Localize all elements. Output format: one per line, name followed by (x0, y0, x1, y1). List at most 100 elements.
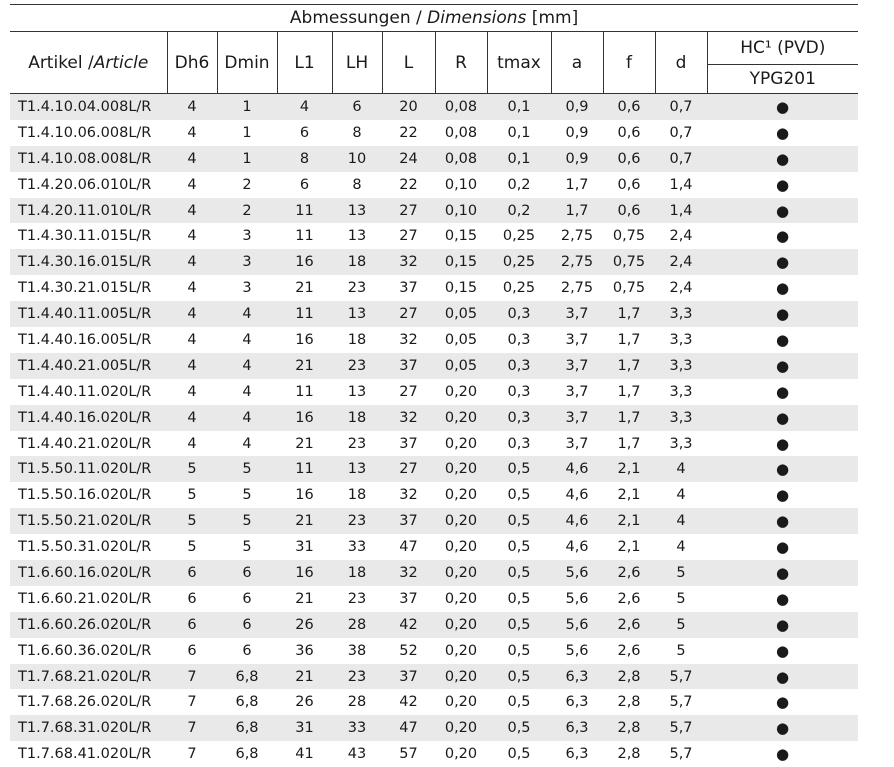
cell-ypg201: ● (707, 741, 858, 767)
cell-d: 5 (655, 560, 707, 586)
cell-a: 0,9 (551, 120, 603, 146)
cell-article: T1.4.40.11.020L/R (10, 379, 167, 405)
cell-l: 32 (382, 405, 435, 431)
cell-article: T1.6.60.21.020L/R (10, 586, 167, 612)
cell-ypg201: ● (707, 223, 858, 249)
cell-article: T1.5.50.11.020L/R (10, 456, 167, 482)
cell-dh6: 7 (167, 689, 217, 715)
cell-lh: 33 (332, 534, 382, 560)
cell-dmin: 6,8 (217, 689, 277, 715)
cell-f: 2,8 (603, 715, 655, 741)
cell-lh: 38 (332, 638, 382, 664)
cell-tmax: 0,25 (487, 249, 551, 275)
cell-ypg201: ● (707, 482, 858, 508)
col-header-lh: LH (332, 32, 382, 94)
cell-d: 0,7 (655, 146, 707, 172)
cell-dmin: 6 (217, 638, 277, 664)
cell-l1: 16 (277, 482, 332, 508)
cell-article: T1.7.68.21.020L/R (10, 664, 167, 690)
cell-article: T1.5.50.21.020L/R (10, 508, 167, 534)
cell-dmin: 4 (217, 379, 277, 405)
cell-tmax: 0,1 (487, 94, 551, 120)
cell-l1: 21 (277, 586, 332, 612)
table-row: T1.4.10.08.008L/R41810240,080,10,90,60,7… (10, 146, 858, 172)
cell-l1: 36 (277, 638, 332, 664)
col-header-l: L (382, 32, 435, 94)
cell-l: 42 (382, 689, 435, 715)
cell-a: 1,7 (551, 198, 603, 224)
cell-l1: 16 (277, 249, 332, 275)
cell-tmax: 0,2 (487, 198, 551, 224)
cell-article: T1.4.30.16.015L/R (10, 249, 167, 275)
cell-d: 4 (655, 534, 707, 560)
col-header-a: a (551, 32, 603, 94)
cell-l1: 31 (277, 534, 332, 560)
cell-r: 0,20 (435, 715, 487, 741)
cell-d: 5,7 (655, 689, 707, 715)
cell-tmax: 0,3 (487, 327, 551, 353)
cell-l: 37 (382, 353, 435, 379)
cell-d: 3,3 (655, 301, 707, 327)
cell-a: 3,7 (551, 431, 603, 457)
cell-lh: 13 (332, 301, 382, 327)
cell-a: 2,75 (551, 275, 603, 301)
cell-tmax: 0,5 (487, 664, 551, 690)
col-header-hc-pvd: HC¹ (PVD) (707, 32, 858, 65)
cell-tmax: 0,5 (487, 456, 551, 482)
cell-a: 3,7 (551, 379, 603, 405)
cell-ypg201: ● (707, 456, 858, 482)
cell-d: 3,3 (655, 327, 707, 353)
cell-dh6: 7 (167, 715, 217, 741)
cell-dh6: 4 (167, 249, 217, 275)
cell-l: 47 (382, 534, 435, 560)
cell-dmin: 2 (217, 198, 277, 224)
cell-l1: 21 (277, 508, 332, 534)
cell-a: 4,6 (551, 482, 603, 508)
cell-article: T1.4.20.11.010L/R (10, 198, 167, 224)
cell-ypg201: ● (707, 198, 858, 224)
cell-f: 2,8 (603, 689, 655, 715)
cell-tmax: 0,3 (487, 301, 551, 327)
cell-d: 2,4 (655, 275, 707, 301)
cell-dmin: 1 (217, 120, 277, 146)
col-header-l1: L1 (277, 32, 332, 94)
cell-article: T1.4.30.11.015L/R (10, 223, 167, 249)
cell-d: 4 (655, 456, 707, 482)
cell-dmin: 6,8 (217, 715, 277, 741)
cell-f: 2,1 (603, 508, 655, 534)
cell-d: 5 (655, 612, 707, 638)
cell-l: 27 (382, 198, 435, 224)
cell-a: 4,6 (551, 508, 603, 534)
cell-lh: 13 (332, 223, 382, 249)
cell-r: 0,08 (435, 94, 487, 120)
cell-l: 32 (382, 327, 435, 353)
cell-article: T1.4.40.21.020L/R (10, 431, 167, 457)
table-row: T1.7.68.41.020L/R76,84143570,200,56,32,8… (10, 741, 858, 767)
cell-ypg201: ● (707, 379, 858, 405)
cell-dh6: 4 (167, 301, 217, 327)
cell-dmin: 2 (217, 172, 277, 198)
cell-d: 3,3 (655, 353, 707, 379)
cell-l: 24 (382, 146, 435, 172)
cell-dh6: 4 (167, 431, 217, 457)
cell-article: T1.4.40.16.020L/R (10, 405, 167, 431)
cell-l1: 16 (277, 405, 332, 431)
cell-lh: 13 (332, 456, 382, 482)
cell-a: 2,75 (551, 223, 603, 249)
cell-d: 5,7 (655, 741, 707, 767)
cell-l1: 6 (277, 120, 332, 146)
table-row: T1.6.60.36.020L/R663638520,200,55,62,65● (10, 638, 858, 664)
cell-dmin: 4 (217, 327, 277, 353)
cell-d: 1,4 (655, 172, 707, 198)
cell-tmax: 0,5 (487, 508, 551, 534)
cell-l1: 26 (277, 689, 332, 715)
cell-tmax: 0,25 (487, 275, 551, 301)
cell-r: 0,20 (435, 379, 487, 405)
cell-r: 0,20 (435, 638, 487, 664)
col-header-r: R (435, 32, 487, 94)
cell-r: 0,05 (435, 327, 487, 353)
cell-f: 1,7 (603, 353, 655, 379)
cell-a: 1,7 (551, 172, 603, 198)
cell-l: 20 (382, 94, 435, 120)
cell-f: 0,6 (603, 120, 655, 146)
